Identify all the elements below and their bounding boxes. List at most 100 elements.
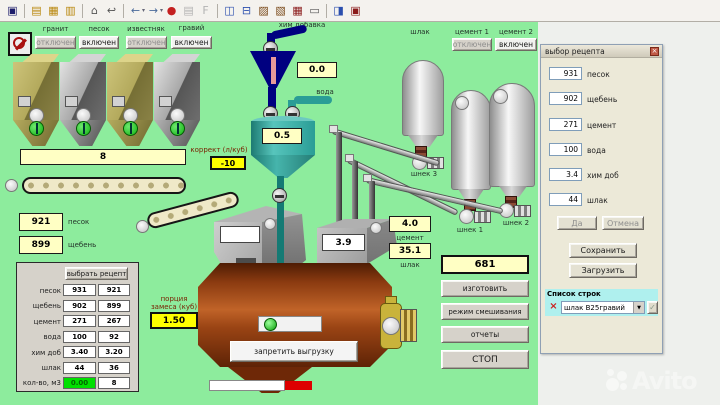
recipe-list-panel: Список строк × шлак В25гравий ▼ ✓ — [545, 289, 658, 316]
water-pipe-h — [294, 96, 332, 104]
water-weigher-field: 0.5 — [262, 128, 302, 144]
bunker4-window — [159, 96, 172, 107]
frame-icon[interactable]: ▭ — [306, 3, 323, 19]
screw1-motor — [459, 209, 474, 224]
bunker3-window — [112, 96, 125, 107]
reports-button[interactable]: отчеты — [441, 326, 529, 343]
recipe-slag-input[interactable]: 44 — [549, 193, 582, 206]
bunker3-gate-valve[interactable] — [123, 121, 138, 136]
dialog-close-button[interactable]: × — [650, 47, 659, 56]
load-button[interactable]: Загрузить — [569, 263, 637, 278]
correction-label: коррект (л/куб) — [188, 146, 250, 154]
hopper-sensor — [264, 218, 276, 230]
total-batches-field: 8 — [20, 149, 186, 165]
make-button[interactable]: изготовить — [441, 280, 529, 297]
recipe-water-input[interactable]: 100 — [549, 143, 582, 156]
recipe-gravel-label: щебень — [587, 95, 617, 104]
forbid-discharge-button[interactable]: запретить выгрузку — [230, 341, 358, 362]
izvestnyak-toggle-button[interactable]: отключен — [126, 36, 167, 49]
cement1-toggle-button[interactable]: отключен — [452, 38, 492, 51]
nav-b-icon[interactable]: ▣ — [347, 3, 364, 19]
granit-toggle-button[interactable]: отключен — [35, 36, 76, 49]
toolbar-separator — [217, 4, 218, 18]
recipe-cement-input[interactable]: 271 — [549, 118, 582, 131]
home-icon[interactable]: ⌂ — [86, 3, 103, 19]
toolbar-separator — [82, 4, 83, 18]
screw3-label: шнек 3 — [402, 170, 446, 178]
gravij-toggle-button[interactable]: включен — [171, 36, 212, 49]
slag-weight-field: 35.1 — [389, 243, 431, 259]
chem-level-bar — [271, 57, 276, 84]
cement1-label: цемент 1 — [450, 28, 494, 36]
discharge-gate-bar — [209, 380, 285, 391]
silo1-hatch — [455, 96, 469, 110]
toolbar-separator — [24, 4, 25, 18]
confirm-recipe-button[interactable]: ✓ — [647, 301, 658, 314]
row-actual-field: 92 — [98, 331, 130, 343]
water-outlet-valve[interactable] — [272, 188, 287, 203]
recipe-gravel-input[interactable]: 902 — [549, 92, 582, 105]
cascade-icon[interactable]: ⊟ — [238, 3, 255, 19]
watermark-text: Avito — [632, 367, 697, 395]
hopper-sensor — [370, 222, 382, 234]
row-set-field: 3.40 — [63, 346, 96, 358]
trend-icon[interactable]: ▥ — [62, 3, 79, 19]
water-tank-funnel — [251, 155, 315, 178]
bunker2-window — [65, 96, 78, 107]
print-icon: ▤ — [180, 3, 197, 19]
recipe-chem-input[interactable]: 3.4 — [549, 168, 582, 181]
row-set-field: 271 — [63, 315, 96, 327]
screw1-body — [474, 211, 491, 223]
row-label: цемент — [19, 318, 61, 326]
chem-weigher-field: 0.0 — [297, 62, 337, 78]
combobox-arrow-icon[interactable]: ▼ — [633, 302, 644, 313]
alarm-icon[interactable]: ▦ — [289, 3, 306, 19]
screw2-body — [514, 205, 531, 217]
exit-icon[interactable]: ▣ — [4, 3, 21, 19]
portion-label: порция замеса (куб) — [146, 295, 202, 311]
return-icon[interactable]: ↩ — [103, 3, 120, 19]
yes-button[interactable]: Да — [557, 216, 597, 230]
stop-button[interactable]: СТОП — [441, 350, 529, 369]
material-label-granit: гранит — [35, 25, 76, 33]
correction-field[interactable]: -10 — [210, 156, 246, 170]
bunker1-gate-valve[interactable] — [29, 121, 44, 136]
row-actual-field: 36 — [98, 362, 130, 374]
stop-icon[interactable]: ● — [163, 3, 180, 19]
tags-icon[interactable]: ▦ — [45, 3, 62, 19]
watermark-logo-icon — [606, 367, 632, 395]
save-button[interactable]: Сохранить — [569, 243, 637, 258]
row-set-field-active: 0.00 — [63, 377, 96, 389]
bunker2-gate-valve[interactable] — [76, 121, 91, 136]
portion-field[interactable]: 1.50 — [150, 312, 198, 329]
report-icon[interactable]: ▨ — [255, 3, 272, 19]
row-set-field: 44 — [63, 362, 96, 374]
recipe-combobox[interactable]: шлак В25гравий ▼ — [561, 301, 645, 314]
archive-icon[interactable]: ▧ — [272, 3, 289, 19]
pesok-toggle-button[interactable]: включен — [79, 36, 119, 49]
select-recipe-button[interactable]: выбрать рецепт — [65, 267, 128, 280]
row-set-field: 100 — [63, 331, 96, 343]
row-set-field: 902 — [63, 300, 96, 312]
cancel-button[interactable]: Отмена — [602, 216, 644, 230]
delete-recipe-icon[interactable]: × — [548, 301, 559, 312]
disable-all-button[interactable] — [8, 32, 32, 56]
recipe-sand-input[interactable]: 931 — [549, 67, 582, 80]
conveyor1-drive — [5, 179, 18, 192]
cement-hopper-display: 3.9 — [322, 234, 365, 251]
conveyor1-belt — [22, 177, 186, 194]
toolbar: ▣ ▤ ▦ ▥ ⌂ ↩ ← ▾ → ▾ ● ▤ F ◫ ⊟ ▨ ▧ ▦ ▭ ◨ … — [0, 0, 720, 22]
tile-icon[interactable]: ◫ — [221, 3, 238, 19]
recipe-chem-label: хим доб — [587, 171, 619, 180]
mix-mode-button[interactable]: режим смешивания — [441, 303, 529, 320]
silo2-hatch — [493, 89, 508, 104]
no-entry-icon — [13, 37, 25, 49]
project-icon[interactable]: ▤ — [28, 3, 45, 19]
recipe-slag-label: шлак — [587, 196, 608, 205]
bunker4-gate-valve[interactable] — [170, 121, 185, 136]
toolbar-separator — [326, 4, 327, 18]
mixer: запретить выгрузку — [198, 263, 428, 375]
cement2-toggle-button[interactable]: включен — [495, 38, 537, 51]
nav-a-icon[interactable]: ◨ — [330, 3, 347, 19]
dialog-titlebar[interactable]: выбор рецепта — [541, 45, 662, 58]
